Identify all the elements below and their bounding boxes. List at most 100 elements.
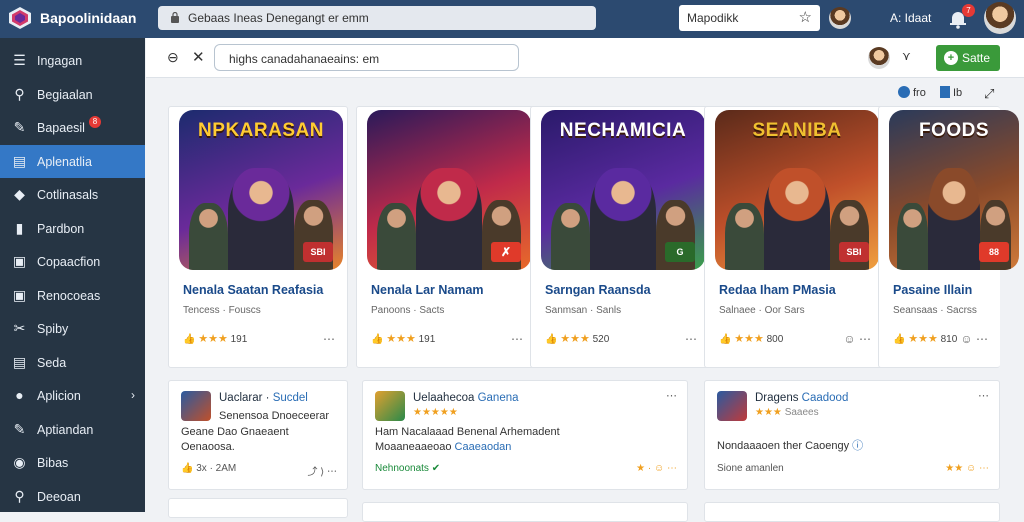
thumbs-up-icon: 👍: [719, 334, 732, 345]
game-title[interactable]: Nenala Lar Namam: [371, 283, 484, 297]
top-search-input[interactable]: Mapodikk ☆: [679, 5, 820, 31]
sidebar-item[interactable]: ✂ Spiby: [0, 312, 145, 345]
user-avatar[interactable]: [868, 47, 890, 69]
review-card[interactable]: [704, 502, 1000, 522]
more-icon[interactable]: ☺ ⋯: [843, 332, 871, 346]
sidebar-item[interactable]: ◆ Cotlinasals: [0, 178, 145, 211]
sidebar-item-label: Cotlinasals: [37, 188, 99, 202]
more-icon[interactable]: ⋯: [685, 332, 697, 346]
review-card[interactable]: [168, 498, 348, 518]
app-title: Bapoolinidaan: [40, 10, 137, 26]
character-figure: [416, 168, 482, 270]
game-art: ✗: [367, 110, 531, 270]
game-title[interactable]: Pasaine Illain: [893, 283, 972, 297]
game-tag: SBI: [839, 242, 869, 262]
sidebar-item-label: Copaacfion: [37, 255, 101, 269]
view-toggle-b[interactable]: Ib: [940, 86, 962, 102]
game-subtitle: Salnaee · Oor Sars: [719, 305, 805, 316]
character-figure: [896, 203, 928, 270]
game-title[interactable]: Nenala Saatan Reafasia: [183, 283, 323, 297]
game-card[interactable]: NPKARASAN SBI Nenala Saatan Reafasia Tences…: [168, 106, 348, 368]
game-art-title: SEANIBA: [752, 120, 842, 141]
review-stars: ★★★ Saaees: [755, 407, 819, 418]
game-title[interactable]: Redaa Iham PMasia: [719, 283, 836, 297]
game-title[interactable]: Sarngan Raansda: [545, 283, 651, 297]
notification-badge: 7: [962, 4, 975, 17]
notifications-button[interactable]: 7: [948, 4, 975, 29]
lock-icon: [171, 12, 179, 23]
sidebar-item[interactable]: ● Aplicion ›: [0, 379, 145, 412]
share-icon[interactable]: ⤴ ⟩ ⋯: [308, 463, 337, 478]
sidebar-item-label: Renocoeas: [37, 288, 101, 303]
review-card[interactable]: [362, 502, 688, 522]
game-card[interactable]: SEANIBA SBI Redaa Iham PMasia Salnaee · Oor…: [704, 106, 884, 368]
game-card[interactable]: ✗ Nenala Lar Namam Panoons · Sacts 👍 ★★★ 19…: [356, 106, 536, 368]
pen-icon: ✎: [13, 420, 26, 437]
more-icon[interactable]: ⋯: [666, 389, 677, 402]
more-icon[interactable]: ☺ ⋯: [960, 332, 988, 346]
account-label[interactable]: A: Idaat: [890, 11, 931, 25]
sidebar-item[interactable]: ▤ Seda: [0, 346, 145, 379]
review-footer: Sione amanlen: [717, 463, 784, 474]
review-line-3: Oenaoosa.: [181, 441, 235, 453]
more-icon[interactable]: ⋯: [323, 332, 335, 346]
palette-icon: ◉: [13, 454, 26, 470]
character-figure: [764, 168, 830, 270]
expand-icon[interactable]: ⤢: [984, 86, 994, 102]
sidebar-item-label: Aptiandan: [37, 422, 94, 437]
game-tag: 88: [979, 242, 1009, 262]
top-search-value: Mapodikk: [687, 11, 739, 25]
sidebar-item[interactable]: ▣ Renocoeas: [0, 279, 145, 312]
game-art-title: FOODS: [918, 120, 990, 141]
tag-icon: ◆: [14, 186, 25, 202]
save-button[interactable]: + Satte: [936, 45, 1000, 71]
character-figure: [228, 168, 294, 270]
game-subtitle: Seansaas · Sacrss: [893, 305, 977, 316]
sidebar-item[interactable]: ▤ Aplenatlia: [0, 144, 145, 178]
sidebar-item-label: Seda: [37, 355, 67, 370]
view-toggle-a-label: fro: [913, 87, 926, 99]
wrench-icon: ✂: [13, 320, 26, 336]
square-icon: [940, 86, 950, 98]
sidebar-item[interactable]: ✎ Aptiandan: [0, 413, 145, 446]
star-icon[interactable]: ☆: [799, 8, 812, 26]
review-card[interactable]: Uaclarar · Sucdel Senensoa Dnoeceerar Ge…: [168, 380, 348, 490]
review-rating: ★ · ☺ ⋯: [636, 463, 677, 474]
character-figure: [550, 203, 591, 270]
sidebar-item-label: Begiaalan: [37, 87, 93, 102]
back-icon[interactable]: ⊖: [167, 49, 179, 66]
view-toggle-b-label: Ib: [953, 87, 963, 99]
address-bar[interactable]: Gebaas Ineas Denegangt er emm: [158, 6, 596, 30]
review-card[interactable]: Uelaahecoa Ganena ★★★★★ ⋯ Ham Nacalaaad …: [362, 380, 688, 490]
chevron-down-icon[interactable]: ⋎: [902, 49, 911, 63]
profile-avatar[interactable]: [984, 2, 1016, 34]
view-toggle-a[interactable]: fro: [898, 86, 926, 102]
plus-icon: +: [944, 51, 958, 65]
sidebar-item-label: Bapaesil: [37, 121, 85, 135]
review-card[interactable]: Dragens Caadood ★★★ Saaees ⋯ Nondaaaoen …: [704, 380, 1000, 490]
sidebar-item[interactable]: ⚲ Deeoan: [0, 480, 145, 513]
thumbs-up-icon: 👍: [893, 334, 906, 345]
sidebar-item[interactable]: ◉ Bibas: [0, 446, 145, 479]
avatar[interactable]: [829, 7, 851, 29]
game-art: NECHAMICIA G: [541, 110, 705, 270]
app-logo-icon[interactable]: [8, 6, 32, 30]
game-card[interactable]: NECHAMICIA G Sarngan Raansda Sanmsan · Sanl…: [530, 106, 710, 368]
sidebar-item[interactable]: ☰ Ingagan: [0, 44, 145, 77]
sidebar-item[interactable]: ⚲ Begiaalan: [0, 78, 145, 111]
game-card[interactable]: FOODS 88 Pasaine Illain Seansaas · Sacrss 👍 …: [878, 106, 1019, 368]
sidebar-item-label: Pardbon: [37, 221, 85, 236]
more-icon[interactable]: ⋯: [511, 332, 523, 346]
doc-icon: ▤: [12, 353, 27, 370]
close-icon[interactable]: ✕: [192, 48, 205, 66]
game-subtitle: Panoons · Sacts: [371, 305, 445, 316]
review-stars: ★★★★★: [413, 407, 458, 418]
sidebar-item[interactable]: ✎ Bapaesil 8: [0, 111, 145, 144]
character-figure: [376, 203, 417, 270]
more-icon[interactable]: ⋯: [978, 389, 989, 402]
search-input[interactable]: highs canadahanaeains: em: [214, 44, 519, 71]
sidebar-item[interactable]: ▮ Pardbon: [0, 212, 145, 245]
toolbar: ⊖ ✕ highs canadahanaeains: em ⋎ + Satte: [146, 38, 1024, 78]
sidebar-item[interactable]: ▣ Copaacfion: [0, 245, 145, 278]
game-rating: 👍 ★★★ 800: [719, 333, 784, 345]
